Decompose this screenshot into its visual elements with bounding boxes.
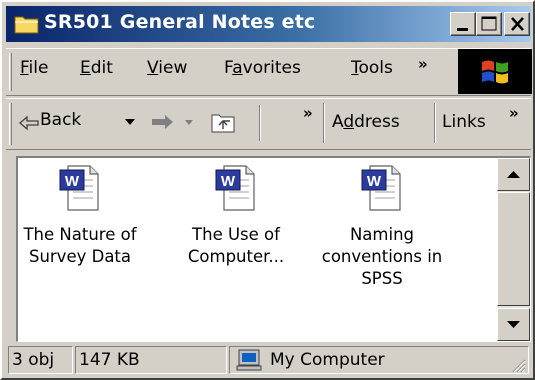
file-label: Naming conventions in SPSS [321,225,443,288]
windows-logo [458,49,532,94]
toolbar-separator [259,105,261,141]
close-icon [511,17,524,31]
back-arrow-icon [19,115,39,131]
word-document-icon: W [361,165,401,211]
file-label: The Nature of Survey Data [23,225,137,266]
svg-text:W: W [65,173,80,190]
resize-grip-icon[interactable] [510,357,526,373]
word-document-icon: W [59,165,99,211]
arrow-up-icon [507,171,520,178]
maximize-icon [481,16,497,31]
minimize-icon [457,28,468,31]
menu-favorites[interactable]: Favorites [224,58,301,78]
windows-flag-icon [482,60,508,84]
status-bar: 3 obj 147 KB My Computer [6,344,531,376]
toolbar-grip[interactable] [9,103,12,145]
vertical-scrollbar[interactable] [497,158,530,341]
menu-file[interactable]: File [20,58,48,78]
file-item[interactable]: W The Use of Computer... [166,164,306,268]
back-dropdown-icon[interactable] [124,118,136,126]
menu-bar: File Edit View Favorites Tools » [6,48,532,96]
status-zone: My Computer [229,346,529,374]
address-label[interactable]: Address [332,112,400,132]
menu-bar-grip[interactable] [9,53,12,91]
file-list-view[interactable]: W The Nature of Survey Data W The Use of… [16,156,531,342]
menu-tools[interactable]: Tools [351,58,393,78]
menu-overflow-chevron[interactable]: » [418,55,428,73]
toolbar-overflow-chevron[interactable]: » [303,104,313,122]
explorer-window: SR501 General Notes etc File Edit View F… [0,0,535,380]
scroll-up-button[interactable] [497,158,530,191]
menu-edit[interactable]: Edit [80,58,113,78]
file-item[interactable]: W Naming conventions in SPSS [312,164,452,290]
links-overflow-chevron[interactable]: » [509,104,519,122]
svg-text:W: W [221,173,236,190]
arrow-down-icon [507,321,520,328]
svg-text:W: W [367,173,382,190]
up-folder-icon[interactable] [210,110,236,134]
scroll-down-button[interactable] [497,308,530,341]
address-separator [323,103,325,143]
file-item[interactable]: W The Nature of Survey Data [18,164,150,268]
toolbar: Back » Address Links » [6,98,531,150]
word-document-icon: W [215,165,255,211]
back-label: Back [40,110,82,130]
window-title: SR501 General Notes etc [44,11,316,33]
close-button[interactable] [504,12,530,36]
file-label: The Use of Computer... [187,225,285,266]
folder-icon [14,16,39,34]
maximize-button[interactable] [476,12,502,36]
menu-view[interactable]: View [147,58,187,78]
zone-label: My Computer [270,350,385,370]
computer-icon [236,349,262,371]
links-separator [434,103,436,143]
status-size: 147 KB [75,346,227,374]
links-label[interactable]: Links [442,112,486,132]
scroll-thumb[interactable] [497,192,530,306]
forward-dropdown-icon[interactable] [184,119,194,126]
forward-arrow-icon[interactable] [149,113,175,131]
status-object-count: 3 obj [8,346,73,374]
title-bar[interactable]: SR501 General Notes etc [6,6,531,42]
minimize-button[interactable] [450,12,476,36]
back-button[interactable]: Back [18,109,158,139]
